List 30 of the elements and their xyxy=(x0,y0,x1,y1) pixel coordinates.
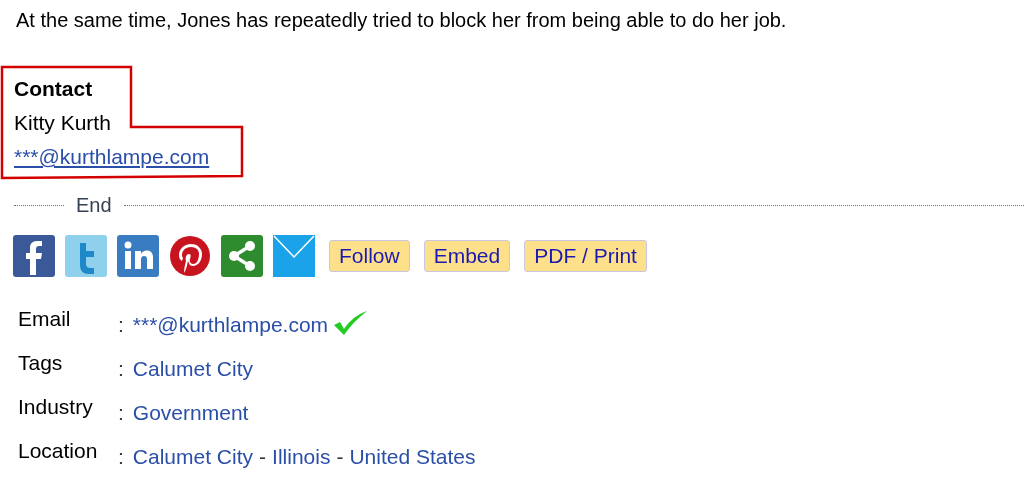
separator-text: : xyxy=(118,355,124,382)
value-link[interactable]: Government xyxy=(132,396,249,428)
bird-icon[interactable] xyxy=(65,235,107,277)
value-link[interactable]: Calumet City xyxy=(132,440,254,472)
action-button[interactable]: Embed xyxy=(423,240,511,272)
separator-text: : xyxy=(118,311,124,338)
field-label: Email xyxy=(18,305,72,332)
value-link[interactable]: Calumet City xyxy=(132,352,254,384)
pinterest-icon[interactable] xyxy=(169,235,211,277)
value-link[interactable]: Illinois xyxy=(272,440,331,472)
envelope-icon[interactable] xyxy=(273,235,315,277)
linkedin-icon[interactable] xyxy=(117,235,159,277)
action-button[interactable]: PDF / Print xyxy=(524,240,647,272)
field-label: Tags xyxy=(18,349,64,376)
separator-text: - xyxy=(336,443,344,470)
value-link[interactable]: United States xyxy=(349,440,476,472)
section-label: End xyxy=(76,193,112,218)
action-button[interactable]: Follow xyxy=(329,240,410,272)
facebook-icon[interactable] xyxy=(13,235,55,277)
share-icon[interactable] xyxy=(221,235,263,277)
paragraph: At the same time, Jones has repeatedly tried to block her from being able to do her job. xyxy=(16,8,787,32)
contact-name: Kitty Kurth xyxy=(14,110,111,136)
value-link[interactable]: ***@kurthlampe.com xyxy=(132,308,329,340)
email-link[interactable]: ***@kurthlampe.com xyxy=(14,140,210,174)
separator-text: : xyxy=(118,443,124,470)
field-label: Industry xyxy=(18,393,94,420)
separator-text: - xyxy=(259,443,267,470)
field-label: Location xyxy=(18,437,99,464)
contact-heading: Contact xyxy=(14,76,93,102)
separator-text: : xyxy=(118,399,124,426)
